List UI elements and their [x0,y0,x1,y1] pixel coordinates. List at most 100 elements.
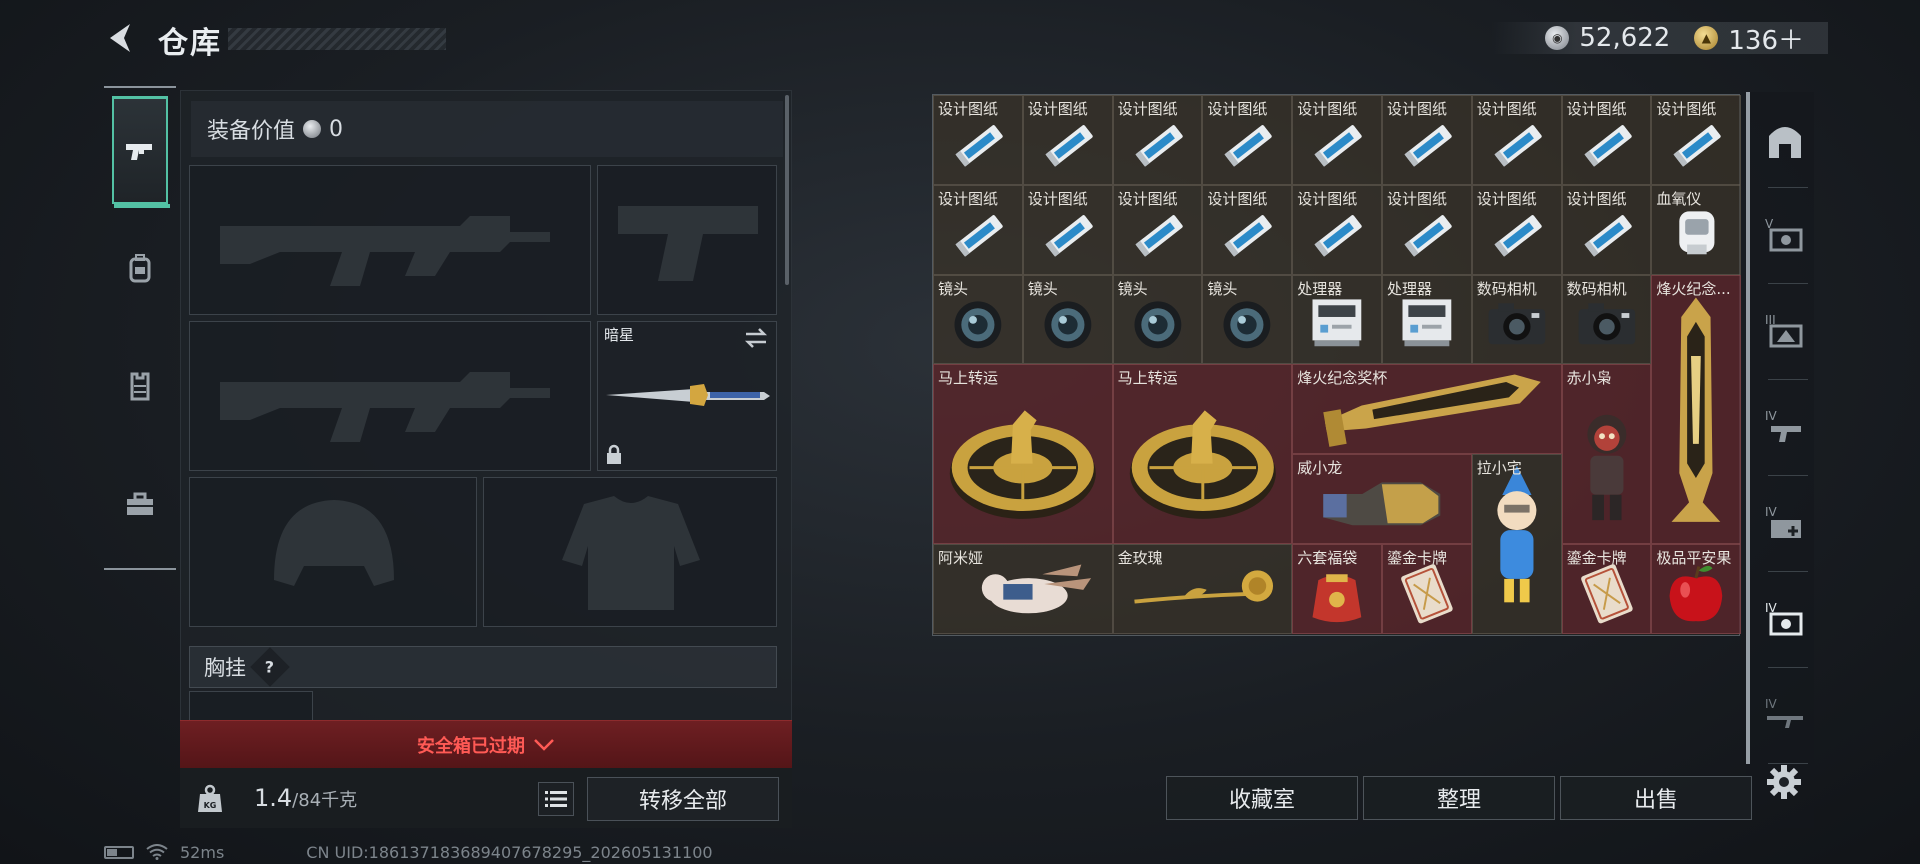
inventory-item[interactable]: 设计图纸 [933,95,1023,185]
inventory-item[interactable]: 马上转运 [933,364,1113,544]
inventory-item-label: 设计图纸 [938,189,999,208]
organize-button[interactable]: 整理 [1363,776,1555,820]
inventory-item[interactable]: 极品平安果 [1651,544,1742,634]
inventory-item[interactable]: 设计图纸 [1382,184,1472,275]
storage-tab-safe[interactable] [1760,114,1810,188]
inventory-item-label: 鎏金卡牌 [1566,549,1627,567]
inventory-item[interactable]: 威小龙 [1292,454,1472,544]
inventory-item-label: 设计图纸 [1027,189,1088,208]
inventory-item[interactable]: 设计图纸 [1292,95,1382,185]
help-icon[interactable]: ? [250,647,290,687]
inventory-item[interactable]: 设计图纸 [1561,95,1652,185]
inventory-item-label: 设计图纸 [1387,100,1448,118]
inventory-item[interactable]: 烽火纪念奖杯 [1292,364,1562,455]
vest-icon [130,372,150,401]
inventory-item[interactable]: 马上转运 [1112,364,1293,544]
inventory-item-label: 设计图纸 [1476,100,1537,118]
inventory-item[interactable]: 设计图纸 [1022,95,1113,185]
back-arrow-icon[interactable] [100,18,140,58]
inventory-item[interactable]: 赤小枭 [1561,364,1652,544]
inventory-item[interactable]: 数码相机 [1561,274,1652,365]
chest-rig-slot[interactable] [189,691,313,721]
tab-backpack[interactable] [112,214,168,322]
inventory-item[interactable]: 设计图纸 [1112,95,1203,185]
inventory-item[interactable]: 镜头 [1112,274,1203,365]
inventory-item-label: 数码相机 [1476,279,1537,298]
gear-icon[interactable] [1764,762,1804,802]
svg-text:IV: IV [1765,697,1778,711]
inventory-item[interactable]: 镜头 [1022,274,1113,365]
inventory-item[interactable]: 设计图纸 [1202,184,1293,275]
helmet-slot[interactable] [189,477,477,627]
inventory-item[interactable]: 设计图纸 [1651,95,1742,185]
inventory-item[interactable]: 金玫瑰 [1112,544,1293,634]
inventory-item[interactable]: 处理器 [1292,274,1382,365]
lock-icon [607,444,621,464]
inventory-item[interactable]: 设计图纸 [933,184,1023,275]
chest-rig-row[interactable]: 胸挂 ? [189,646,777,688]
inventory-item[interactable]: 拉小宅 [1471,454,1562,634]
tier-iv-gun-icon: IV [1763,406,1807,454]
pistol-slot[interactable] [597,165,777,315]
storage-tab-tier-iv-rifle[interactable]: IV [1760,690,1810,764]
tab-toolbox[interactable] [112,450,168,558]
melee-weapon-slot[interactable]: 暗星 [597,321,777,471]
inventory-item-label: 六套福袋 [1297,549,1358,567]
inventory-item[interactable]: 数码相机 [1471,274,1562,365]
equipment-scrollbar[interactable] [785,95,789,285]
inventory-item[interactable]: 设计图纸 [1561,184,1652,275]
inventory-item-label: 数码相机 [1566,279,1627,298]
inventory-item-label: 设计图纸 [1207,189,1268,208]
inventory-item[interactable]: 设计图纸 [1202,95,1293,185]
inventory-item-label: 镜头 [938,279,969,298]
melee-slot-label: 暗星 [604,326,635,344]
inventory-item-label: 阿米娅 [938,549,984,567]
storage-tab-tier-iii-gear[interactable]: III [1760,306,1810,380]
inventory-item[interactable]: 阿米娅 [933,544,1113,634]
sell-button[interactable]: 出售 [1560,776,1752,820]
tab-vest[interactable] [112,332,168,440]
tab-weapons[interactable] [112,96,170,208]
inventory-item[interactable]: 镜头 [1202,274,1293,365]
secondary-weapon-slot[interactable] [189,321,591,471]
inventory-item[interactable]: 血氧仪 [1651,184,1742,275]
list-view-button[interactable] [538,782,574,816]
inventory-item[interactable]: 设计图纸 [1471,95,1562,185]
inventory-item[interactable]: 设计图纸 [1022,184,1113,275]
inventory-item-label: 烽火纪念... [1656,279,1731,298]
inventory-item[interactable]: 六套福袋 [1292,544,1382,634]
safe-box-expired-banner[interactable]: 安全箱已过期 [180,720,792,768]
svg-text:IV: IV [1765,505,1778,519]
storage-scrollbar[interactable] [1746,92,1750,764]
inventory-item[interactable]: 设计图纸 [1471,184,1562,275]
storage-tab-tier-iv-camera[interactable]: IV [1760,594,1810,668]
inventory-item[interactable]: 设计图纸 [1382,95,1472,185]
inventory-item-label: 拉小宅 [1476,459,1522,478]
storage-tab-tier-iv-gun[interactable]: IV [1760,402,1810,476]
equipment-value-label: 装备价值 [207,119,296,144]
storage-tab-tier-v-camera[interactable]: V [1760,210,1810,284]
inventory-item[interactable]: 鎏金卡牌 [1561,544,1652,634]
storage-tab-tier-iv-medkit[interactable]: IV [1760,498,1810,572]
inventory-item[interactable]: 烽火纪念... [1651,274,1742,544]
swap-arrows-icon[interactable] [742,326,770,350]
chest-rig-label: 胸挂 [204,656,246,680]
inventory-item-label: 鎏金卡牌 [1387,549,1448,567]
divider [1768,283,1808,284]
inventory-item[interactable]: 鎏金卡牌 [1382,544,1472,634]
inventory-item-label: 设计图纸 [1566,100,1627,118]
transfer-all-button[interactable]: 转移全部 [587,777,779,821]
armor-slot[interactable] [483,477,777,627]
inventory-item-label: 烽火纪念奖杯 [1297,369,1388,388]
inventory-item[interactable]: 设计图纸 [1112,184,1203,275]
helmet-silhouette-icon [274,500,394,586]
inventory-item[interactable]: 设计图纸 [1292,184,1382,275]
primary-weapon-slot[interactable] [189,165,591,315]
equipment-value: 0 [329,116,344,142]
tier-v-camera-icon: V [1763,214,1807,262]
divider [1768,187,1808,188]
inventory-item[interactable]: 镜头 [933,274,1023,365]
collection-room-button[interactable]: 收藏室 [1166,776,1358,820]
toolbox-icon [127,492,153,515]
inventory-item[interactable]: 处理器 [1382,274,1472,365]
